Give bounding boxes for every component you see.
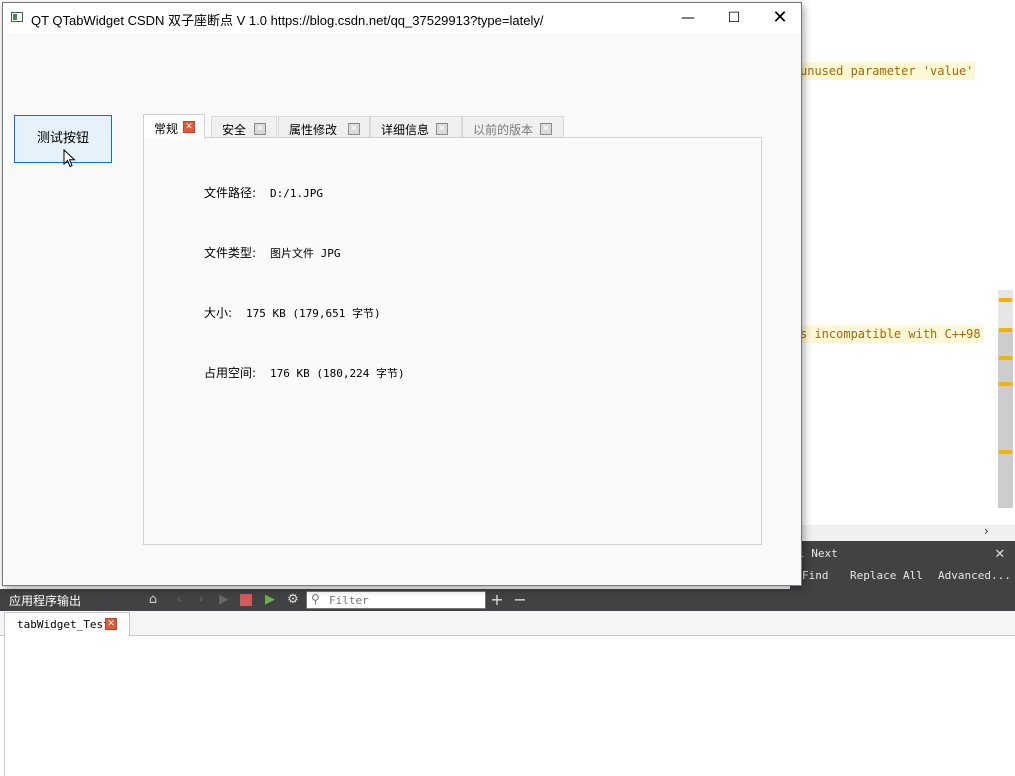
info-row-size: 大小: 175 KB (179,651 字节) [204,304,381,321]
info-label: 文件路径: [204,186,257,200]
close-tab-icon: ✕ [540,123,552,135]
tab-security[interactable]: 安全 ✕ [211,116,277,138]
close-tab-icon[interactable]: ✕ [436,123,448,135]
replace-all-button[interactable]: Replace All [850,569,923,582]
search-icon: ⚲ [311,592,320,606]
info-row-type: 文件类型: 图片文件 JPG [204,244,341,261]
output-tab-label: tabWidget_Test [17,618,110,631]
find-bar: l Next ✕ Find Replace All Advanced... [790,541,1015,591]
tab-label: 以前的版本 [473,123,534,137]
title-bar[interactable]: QT QTabWidget CSDN 双子座断点 V 1.0 https://b… [3,3,801,33]
close-tab-icon[interactable]: ✕ [183,121,195,133]
output-tab[interactable]: tabWidget_Test ✕ [4,612,130,636]
gear-icon[interactable]: ⚙ [285,592,301,608]
output-text-area[interactable] [4,636,1015,776]
find-button[interactable]: Find [802,569,829,582]
close-tab-icon[interactable]: ✕ [254,123,266,135]
warning-marker [999,298,1012,302]
advanced-button[interactable]: Advanced... [938,569,1011,582]
filter-input[interactable] [329,593,479,607]
tab-previous-versions: 以前的版本 ✕ [462,116,564,138]
info-row-path: 文件路径: D:/1.JPG [204,184,323,201]
info-value: D:/1.JPG [270,187,324,200]
app-icon [11,12,23,22]
next-item-icon[interactable]: › [193,592,209,608]
warning-marker [999,356,1012,360]
output-toolbar: 应用程序输出 ⌂ ‹ › ▶ ▶ ⚙ ⚲ + − [0,589,1015,611]
output-pane-title: 应用程序输出 [9,594,82,608]
info-label: 占用空间: [204,366,257,380]
tab-general[interactable]: 常规 ✕ [143,114,205,139]
info-value: 175 KB (179,651 字节) [246,307,381,320]
tab-content-panel: 文件路径: D:/1.JPG 文件类型: 图片文件 JPG 大小: 175 KB (1… [143,137,762,545]
scroll-right-icon[interactable]: › [984,524,989,538]
tab-label: 详细信息 [381,123,430,137]
warning-marker [999,450,1012,454]
mouse-cursor-icon [63,149,76,168]
warning-annotation: unused parameter 'value' [798,62,976,80]
app-window: QT QTabWidget CSDN 双子座断点 V 1.0 https://b… [2,2,802,586]
tab-details[interactable]: 详细信息 ✕ [370,116,462,138]
close-tab-icon[interactable]: ✕ [105,618,117,630]
horizontal-scrollbar[interactable] [790,525,1015,541]
maximize-button[interactable]: ☐ [711,3,757,33]
warning-annotation: s incompatible with C++98 [798,325,983,343]
tab-property-edit[interactable]: 属性修改 ✕ [278,116,370,138]
close-button[interactable]: ✕ [757,3,803,33]
find-next-button[interactable]: l Next [798,547,838,560]
tab-label: 属性修改 [289,123,338,137]
warning-marker [999,382,1012,386]
info-label: 文件类型: [204,246,257,260]
zoom-in-icon[interactable]: + [489,592,505,608]
rerun-icon[interactable]: ▶ [262,592,278,608]
tab-label: 安全 [222,123,247,137]
window-title: QT QTabWidget CSDN 双子座断点 V 1.0 https://b… [31,13,544,28]
info-row-disk-usage: 占用空间: 176 KB (180,224 字节) [204,364,405,381]
run-icon[interactable]: ▶ [216,592,232,608]
clear-output-icon[interactable]: ⌂ [145,592,161,608]
info-value: 176 KB (180,224 字节) [270,367,405,380]
zoom-out-icon[interactable]: − [512,592,528,608]
minimize-button[interactable]: — [665,3,711,33]
info-label: 大小: [204,306,233,320]
filter-field[interactable]: ⚲ [306,591,486,609]
info-value: 图片文件 JPG [270,247,341,260]
output-tab-bar: tabWidget_Test ✕ [0,611,1015,636]
previous-item-icon[interactable]: ‹ [171,592,187,608]
close-icon[interactable]: ✕ [995,543,1005,562]
stop-icon[interactable] [240,594,252,606]
tab-label: 常规 [154,122,179,136]
close-tab-icon[interactable]: ✕ [348,123,360,135]
warning-marker [999,328,1012,332]
